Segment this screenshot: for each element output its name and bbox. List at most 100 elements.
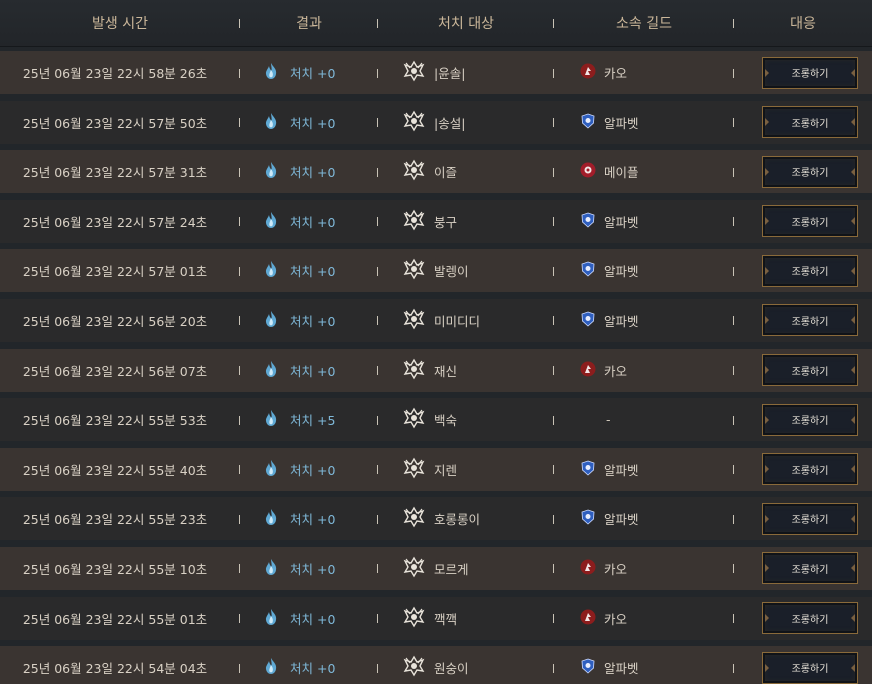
result-text: 처치 +0 [290,462,336,478]
target-cell: 지렌 [378,448,554,491]
action-cell: 조롱하기 [734,299,872,342]
guild-name: 카오 [604,561,628,577]
target-name: 백숙 [434,413,458,429]
header-target: 처치 대상 [378,13,554,33]
guild-cell: 카오 [554,51,734,94]
time-cell: 25년 06월 23일 22시 56분 07초 [0,349,240,392]
taunt-button[interactable]: 조롱하기 [762,453,858,486]
taunt-button[interactable]: 조롱하기 [762,651,858,684]
target-cell: 미미디디 [378,299,554,342]
taunt-button[interactable]: 조롱하기 [762,254,858,287]
action-cell: 조롱하기 [734,349,872,392]
result-text: 처치 +0 [290,115,336,131]
taunt-button[interactable]: 조롱하기 [762,403,858,436]
target-name: 지렌 [434,462,458,478]
time-cell: 25년 06월 23일 22시 57분 50초 [0,101,240,144]
table-header: 발생 시간 결과 처치 대상 소속 길드 대응 [0,0,872,47]
boss-emblem-icon [402,208,434,235]
taunt-button[interactable]: 조롱하기 [762,106,858,139]
header-time: 발생 시간 [0,13,240,33]
boss-emblem-icon [402,307,434,334]
guild-name: 카오 [604,611,628,627]
taunt-button[interactable]: 조롱하기 [762,552,858,585]
target-name: |윤솔| [434,66,466,81]
table-row: 25년 06월 23일 22시 54분 04초 처치 +0 원숭이 알파벳 조롱하기 [0,646,872,684]
flame-icon [264,409,290,430]
flame-icon [264,558,290,579]
blue-guild-icon [580,509,604,528]
guild-cell: 카오 [554,349,734,392]
boss-emblem-icon [402,605,434,632]
time-cell: 25년 06월 23일 22시 57분 31초 [0,150,240,193]
taunt-button[interactable]: 조롱하기 [762,56,858,89]
red-guild-icon [580,609,604,628]
result-cell: 처치 +0 [240,249,378,292]
taunt-button[interactable]: 조롱하기 [762,155,858,188]
guild-name: 메이플 [604,165,639,181]
time-text: 25년 06월 23일 22시 58분 26초 [22,66,208,81]
guild-cell: 카오 [554,547,734,590]
header-action-label: 대응 [790,16,816,32]
flame-icon [264,260,290,281]
target-cell: |송설| [378,101,554,144]
guild-cell: 알파벳 [554,101,734,144]
flame-icon [264,211,290,232]
time-cell: 25년 06월 23일 22시 57분 24초 [0,200,240,243]
result-cell: 처치 +0 [240,597,378,640]
flame-icon [264,657,290,678]
action-cell: 조롱하기 [734,200,872,243]
guild-cell: - [554,398,734,441]
taunt-button[interactable]: 조롱하기 [762,502,858,535]
blue-guild-icon [580,460,604,479]
time-text: 25년 06월 23일 22시 56분 20초 [22,313,208,329]
result-text: 처치 +0 [290,214,336,230]
header-guild: 소속 길드 [554,13,734,33]
header-result-label: 결과 [296,16,322,32]
guild-name: 알파벳 [604,313,639,329]
result-cell: 처치 +0 [240,150,378,193]
flame-icon [264,62,290,83]
taunt-button[interactable]: 조롱하기 [762,602,858,635]
result-text: 처치 +0 [290,512,336,528]
action-cell: 조롱하기 [734,497,872,540]
taunt-button[interactable]: 조롱하기 [762,304,858,337]
action-cell: 조롱하기 [734,448,872,491]
time-cell: 25년 06월 23일 22시 55분 01초 [0,597,240,640]
time-cell: 25년 06월 23일 22시 57분 01초 [0,249,240,292]
table-row: 25년 06월 23일 22시 55분 40초 처치 +0 지렌 알파벳 조롱하기 [0,447,872,491]
table-row: 25년 06월 23일 22시 55분 01초 처치 +0 깩깩 카오 조롱하기 [0,596,872,640]
table-body: 25년 06월 23일 22시 58분 26초 처치 +0 |윤솔| 카오 조롱하기 25… [0,47,872,684]
action-cell: 조롱하기 [734,249,872,292]
time-text: 25년 06월 23일 22시 55분 23초 [22,512,208,528]
table-row: 25년 06월 23일 22시 57분 24초 처치 +0 붕구 알파벳 조롱하기 [0,199,872,243]
header-time-label: 발생 시간 [92,16,148,32]
guild-name: 알파벳 [604,214,639,230]
action-cell: 조롱하기 [734,150,872,193]
action-cell: 조롱하기 [734,646,872,684]
boss-emblem-icon [402,406,434,433]
flame-icon [264,310,290,331]
taunt-button[interactable]: 조롱하기 [762,205,858,238]
flame-icon [264,608,290,629]
flame-icon [264,508,290,529]
taunt-button[interactable]: 조롱하기 [762,354,858,387]
target-name: 미미디디 [434,313,481,329]
blue-guild-icon [580,261,604,280]
target-cell: 모르게 [378,547,554,590]
result-cell: 처치 +0 [240,101,378,144]
time-text: 25년 06월 23일 22시 57분 24초 [22,214,208,230]
blue-guild-icon [580,212,604,231]
target-name: 모르게 [434,561,469,577]
target-cell: 붕구 [378,200,554,243]
result-text: 처치 +0 [290,66,336,81]
guild-cell: 알파벳 [554,200,734,243]
time-text: 25년 06월 23일 22시 57분 50초 [22,115,208,131]
result-cell: 처치 +0 [240,51,378,94]
result-text: 처치 +0 [290,165,336,181]
result-text: 처치 +0 [290,561,336,577]
table-row: 25년 06월 23일 22시 57분 31초 처치 +0 이즐 메이플 조롱하기 [0,150,872,194]
boss-emblem-icon [402,257,434,284]
boss-emblem-icon [402,555,434,582]
boss-emblem-icon [402,456,434,483]
result-text: 처치 +0 [290,313,336,329]
